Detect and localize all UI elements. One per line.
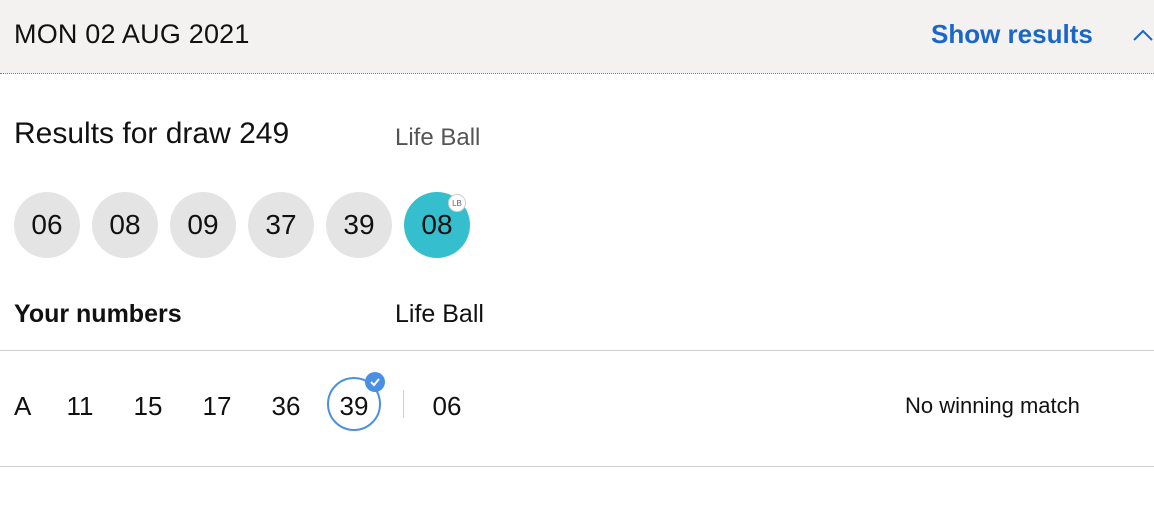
line-number: 36 — [271, 391, 301, 421]
line-life-ball: 06 — [432, 391, 462, 421]
draw-date: MON 02 AUG 2021 — [14, 19, 250, 49]
lifeball-label: Life Ball — [395, 124, 481, 151]
chevron-up-icon[interactable] — [1132, 28, 1154, 42]
line-number: 17 — [202, 391, 232, 421]
show-results-link[interactable]: Show results — [931, 19, 1093, 50]
life-ball-badge: LB — [448, 194, 466, 212]
winning-ball: 37 — [248, 192, 314, 258]
your-numbers-heading: Your numbers — [14, 300, 182, 328]
line-letter: A — [14, 391, 32, 421]
winning-ball: 09 — [170, 192, 236, 258]
lifeball-column-heading: Life Ball — [395, 300, 484, 328]
result-status: No winning match — [905, 393, 1080, 418]
divider — [0, 466, 1154, 467]
winning-ball: 06 — [14, 192, 80, 258]
winning-ball: 39 — [326, 192, 392, 258]
matched-number: 39 — [339, 391, 369, 421]
separator — [403, 390, 404, 418]
line-number: 15 — [133, 391, 163, 421]
results-title: Results for draw 249 — [14, 117, 290, 150]
draw-header[interactable]: MON 02 AUG 2021 Show results — [0, 0, 1154, 74]
winning-ball: 08 — [92, 192, 158, 258]
check-icon — [365, 372, 385, 392]
divider — [0, 350, 1154, 351]
line-number: 11 — [66, 391, 94, 421]
